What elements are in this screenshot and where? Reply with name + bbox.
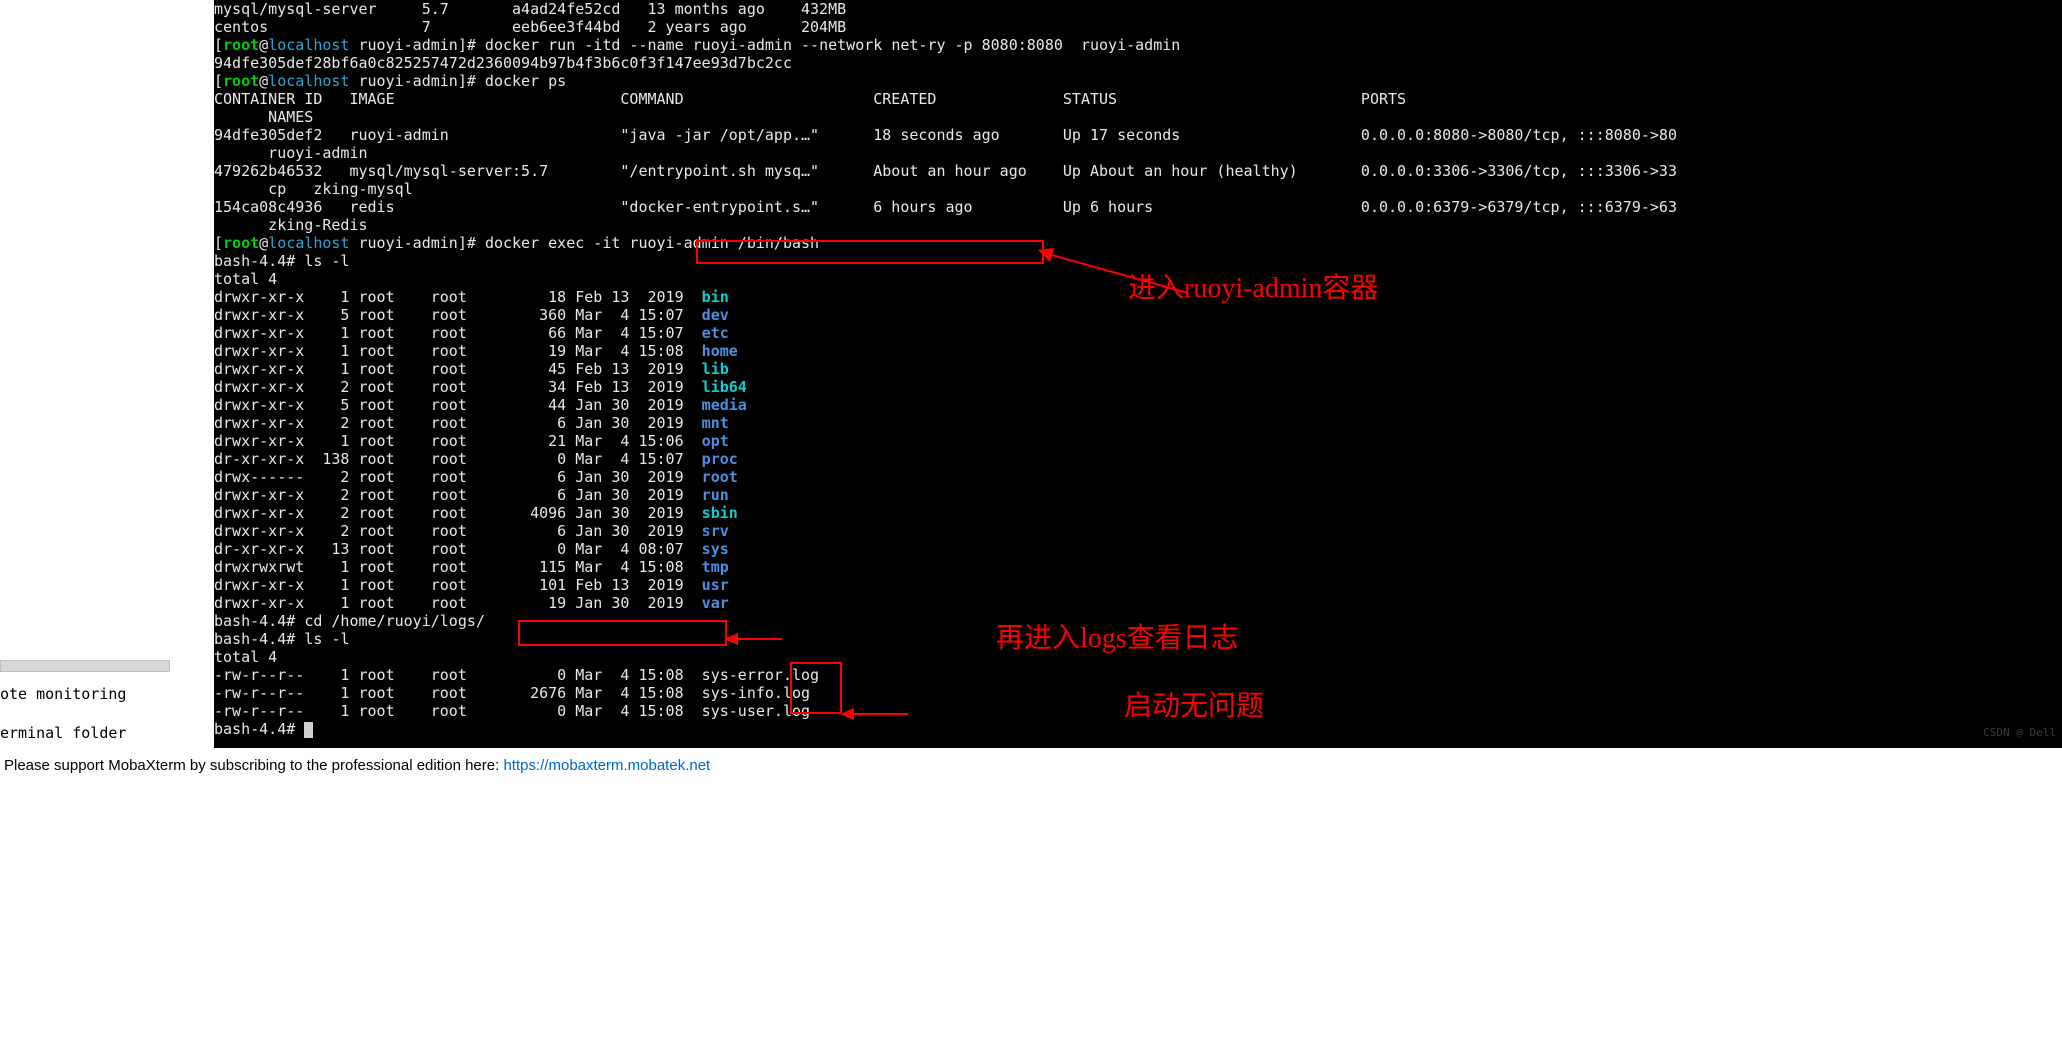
ps-row-name: cp zking-mysql [214,180,2062,198]
ps-row-name: zking-Redis [214,216,2062,234]
ps-header: CONTAINER ID IMAGE COMMAND CREATED STATU… [214,90,2062,108]
log-entry: -rw-r--r-- 1 root root 0 Mar 4 15:08 sys… [214,666,2062,684]
sidebar-label-monitoring[interactable]: ote monitoring [0,683,210,705]
ls-entry: dr-xr-xr-x 13 root root 0 Mar 4 08:07 sy… [214,540,2062,558]
ls2-total: total 4 [214,648,2062,666]
ls-entry: drwxr-xr-x 1 root root 45 Feb 13 2019 li… [214,360,2062,378]
ls-entry: drwxr-xr-x 1 root root 18 Feb 13 2019 bi… [214,288,2062,306]
ls-entry: drwxr-xr-x 1 root root 66 Mar 4 15:07 et… [214,324,2062,342]
ls-entry: drwxr-xr-x 5 root root 360 Mar 4 15:07 d… [214,306,2062,324]
ps-row-name: ruoyi-admin [214,144,2062,162]
ls-entry: drwxrwxrwt 1 root root 115 Mar 4 15:08 t… [214,558,2062,576]
bash-cd: bash-4.4# cd /home/ruoyi/logs/ [214,612,2062,630]
bash-ls2: bash-4.4# ls -l [214,630,2062,648]
sidebar-label-terminal-folder[interactable]: erminal folder [0,722,210,744]
bash-ls: bash-4.4# ls -l [214,252,2062,270]
run-output: 94dfe305def28bf6a0c825257472d2360094b97b… [214,54,2062,72]
support-link[interactable]: https://mobaxterm.mobatek.net [503,757,710,774]
watermark: CSDN @ Dell [1983,724,2056,742]
bash-prompt-idle: bash-4.4# [214,720,2062,738]
ps-header-names: NAMES [214,108,2062,126]
ls-total: total 4 [214,270,2062,288]
prompt-ps: [root@localhost ruoyi-admin]# docker ps [214,72,2062,90]
terminal[interactable]: mysql/mysql-server 5.7 a4ad24fe52cd 13 m… [214,0,2062,748]
ps-row: 94dfe305def2 ruoyi-admin "java -jar /opt… [214,126,2062,144]
ls-entry: drwxr-xr-x 1 root root 101 Feb 13 2019 u… [214,576,2062,594]
sidebar-scrollbar[interactable] [0,660,170,672]
ls-entry: drwxr-xr-x 2 root root 4096 Jan 30 2019 … [214,504,2062,522]
log-entry: -rw-r--r-- 1 root root 0 Mar 4 15:08 sys… [214,702,2062,720]
ls-entry: drwxr-xr-x 1 root root 19 Jan 30 2019 va… [214,594,2062,612]
ls-entry: drwx------ 2 root root 6 Jan 30 2019 roo… [214,468,2062,486]
ls-entry: drwxr-xr-x 2 root root 6 Jan 30 2019 mnt [214,414,2062,432]
ls-entry: drwxr-xr-x 1 root root 19 Mar 4 15:08 ho… [214,342,2062,360]
log-entry: -rw-r--r-- 1 root root 2676 Mar 4 15:08 … [214,684,2062,702]
cursor [304,722,313,738]
ls-entry: drwxr-xr-x 2 root root 34 Feb 13 2019 li… [214,378,2062,396]
ls-entry: dr-xr-xr-x 138 root root 0 Mar 4 15:07 p… [214,450,2062,468]
image-row: mysql/mysql-server 5.7 a4ad24fe52cd 13 m… [214,0,2062,18]
ls-entry: drwxr-xr-x 5 root root 44 Jan 30 2019 me… [214,396,2062,414]
support-text: Please support MobaXterm by subscribing … [4,757,503,774]
image-row: centos 7 eeb6ee3f44bd 2 years ago 204MB [214,18,2062,36]
ls-entry: drwxr-xr-x 2 root root 6 Jan 30 2019 srv [214,522,2062,540]
ps-row: 154ca08c4936 redis "docker-entrypoint.s…… [214,198,2062,216]
prompt-run: [root@localhost ruoyi-admin]# docker run… [214,36,2062,54]
support-bar: Please support MobaXterm by subscribing … [0,751,1548,781]
sidebar: ote monitoring erminal folder [0,0,210,1040]
prompt-exec: [root@localhost ruoyi-admin]# docker exe… [214,234,2062,252]
ls-entry: drwxr-xr-x 2 root root 6 Jan 30 2019 run [214,486,2062,504]
ls-entry: drwxr-xr-x 1 root root 21 Mar 4 15:06 op… [214,432,2062,450]
ps-row: 479262b46532 mysql/mysql-server:5.7 "/en… [214,162,2062,180]
